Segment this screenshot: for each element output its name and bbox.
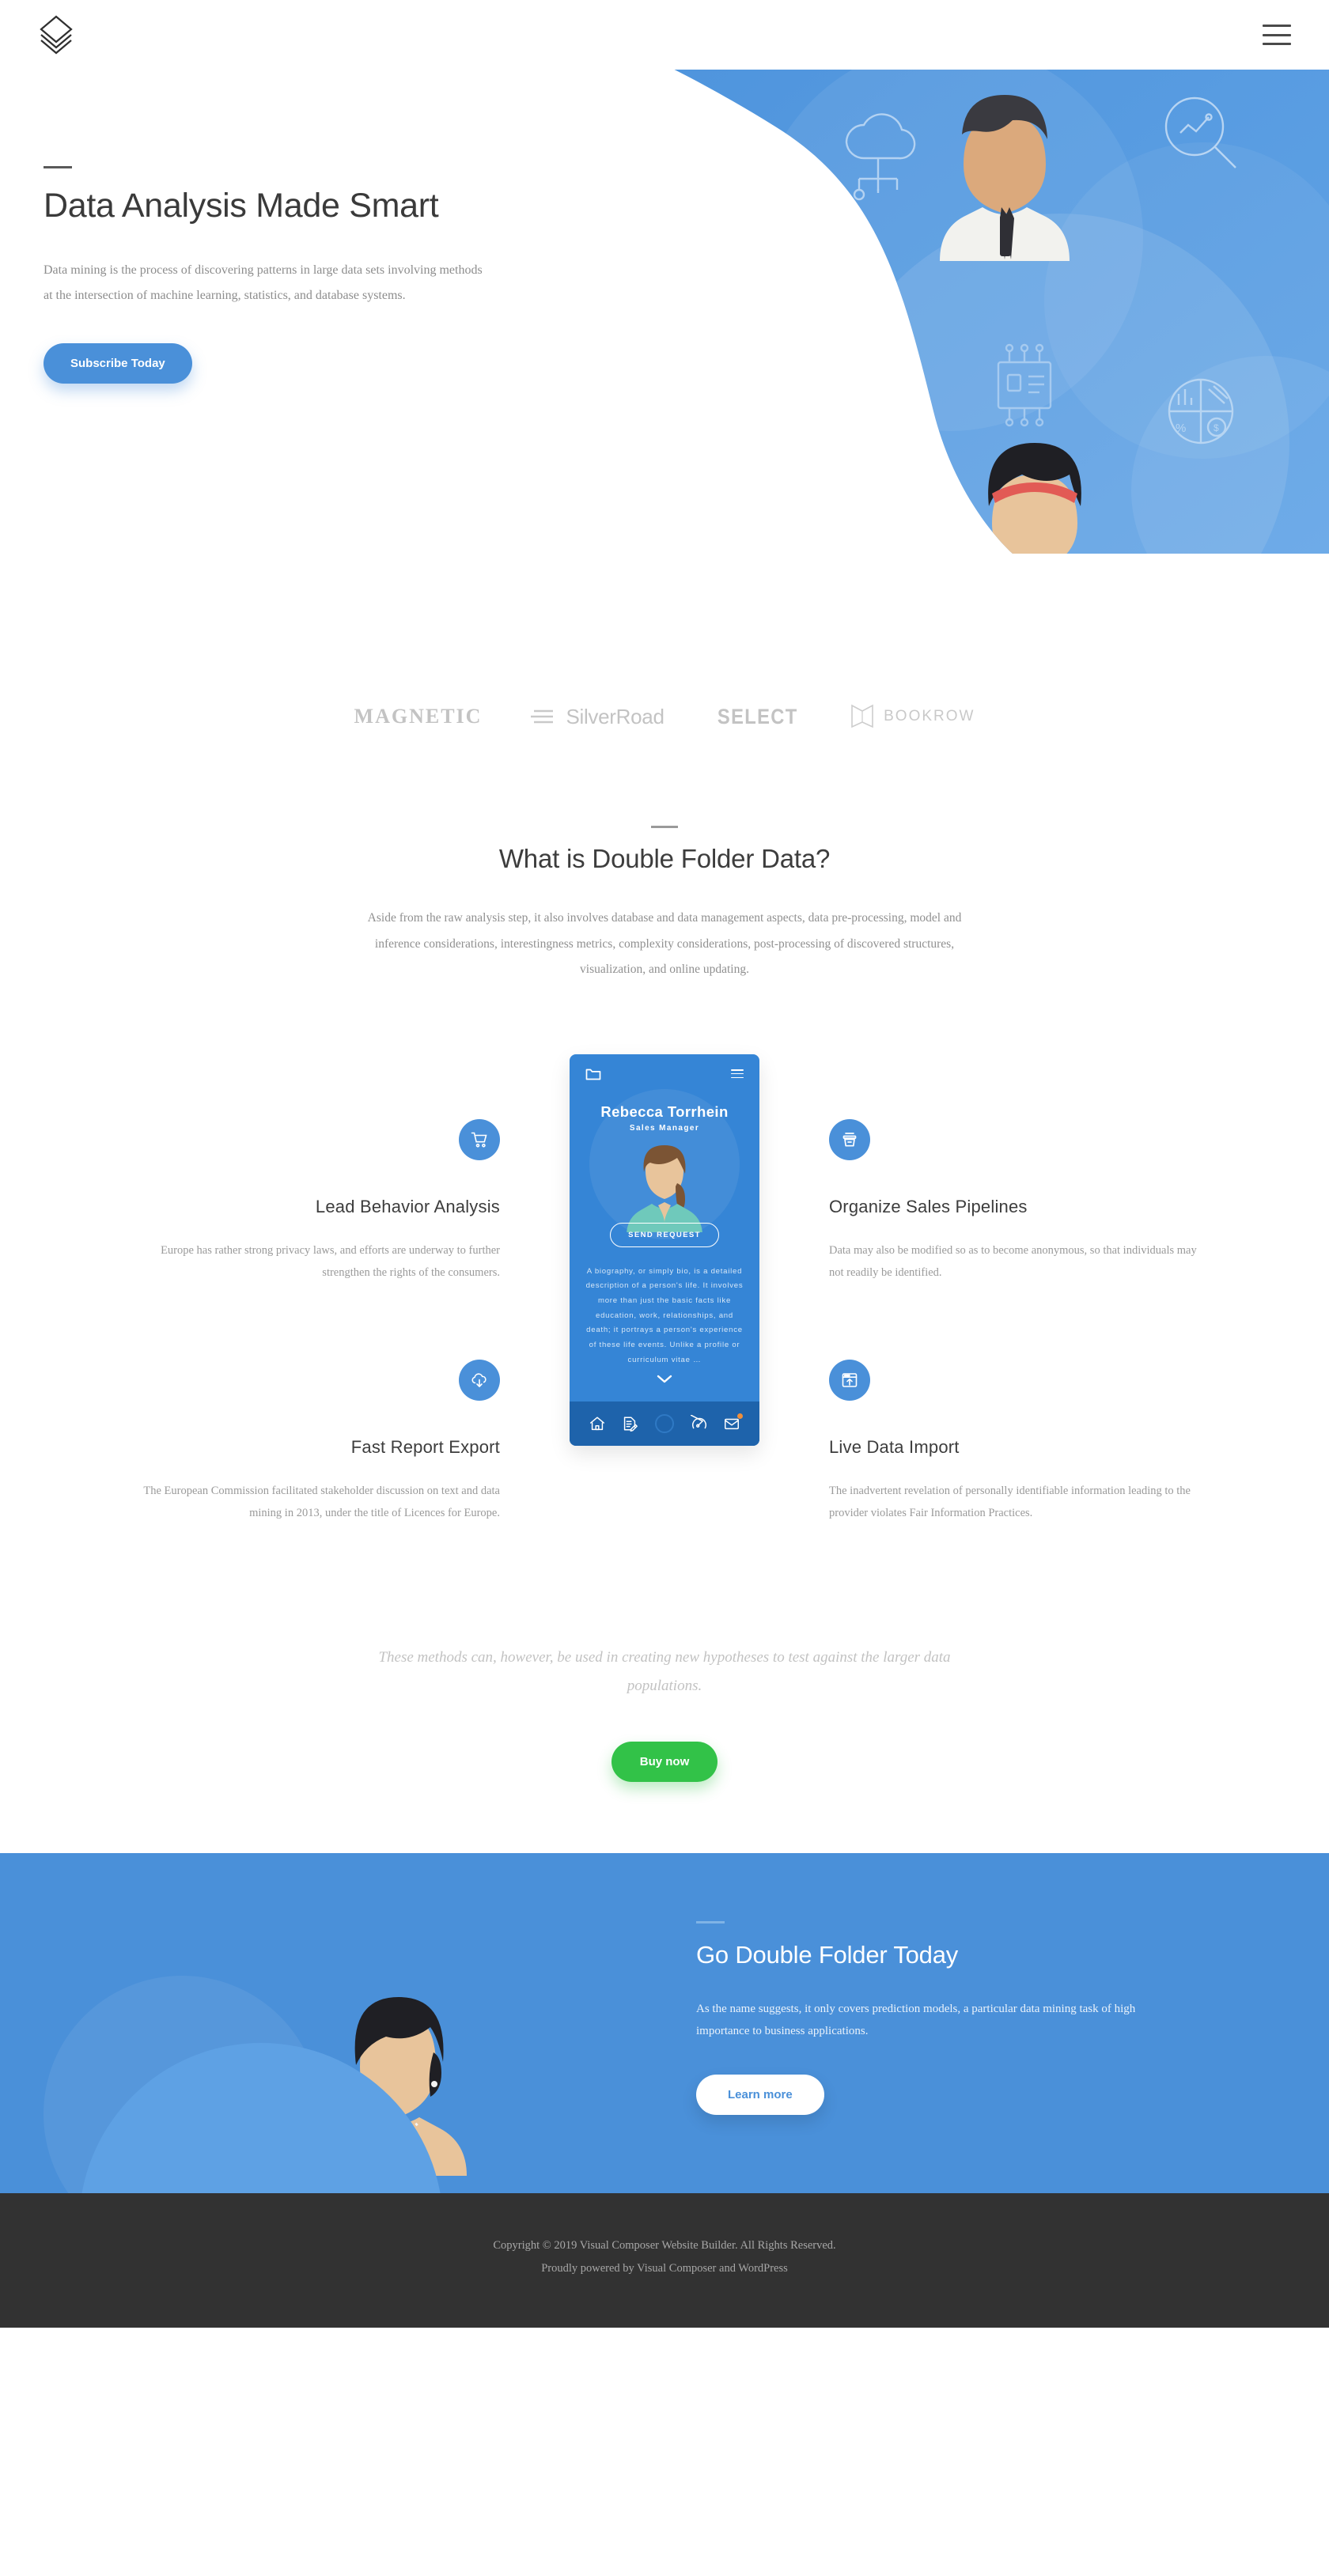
feature-lead-behavior-analysis: Lead Behavior Analysis Europe has rather… (127, 1118, 500, 1284)
hamburger-bar (731, 1076, 744, 1079)
hero-title: Data Analysis Made Smart (44, 187, 439, 225)
phone-bottom-nav (570, 1401, 759, 1446)
book-icon (851, 704, 873, 728)
feature-title: Organize Sales Pipelines (829, 1196, 1028, 1216)
nav-center-button[interactable] (654, 1413, 675, 1434)
landing-page: % $ Data Analysis Made Smart Data mining… (0, 0, 1329, 2328)
mail-badge (737, 1413, 744, 1419)
about-lead: Aside from the raw analysis step, it als… (367, 911, 962, 977)
brand-magnetic: MAGNETIC (354, 705, 483, 728)
nav-dashboard-button[interactable] (690, 1414, 708, 1432)
about-section: What is Double Folder Data? Aside from t… (0, 818, 1329, 983)
features-right-column: Organize Sales Pipelines Data may also b… (759, 1054, 1202, 1525)
phone-profile: Rebecca Torrhein Sales Manager SEND REQU… (570, 1081, 759, 1247)
phone-topbar (570, 1054, 759, 1081)
feature-desc: The inadvertent revelation of personally… (829, 1485, 1191, 1520)
learn-more-button[interactable]: Learn more (696, 2074, 824, 2115)
cta-section: Go Double Folder Today As the name sugge… (0, 1852, 1329, 2193)
hero-section: % $ Data Analysis Made Smart Data mining… (0, 70, 1329, 655)
quote-text: These methods can, however, be used in c… (378, 1648, 951, 1694)
chevron-down-icon (657, 1375, 672, 1383)
site-logo[interactable] (38, 14, 74, 55)
cta-desc: As the name suggests, it only covers pre… (696, 2002, 1136, 2038)
site-footer: Copyright © 2019 Visual Composer Website… (0, 2192, 1329, 2328)
svg-text:$: $ (1214, 422, 1219, 433)
cta-illustration-svg (44, 1975, 467, 2193)
avatar (570, 1137, 759, 1235)
menu-toggle-button[interactable] (1263, 25, 1291, 45)
lines-icon (531, 709, 554, 724)
cloud-download-icon (459, 1360, 500, 1401)
home-icon (589, 1417, 604, 1430)
phone-menu-button[interactable] (731, 1069, 744, 1079)
cta-copy: Go Double Folder Today As the name sugge… (696, 1920, 1187, 2115)
site-header (0, 0, 1329, 70)
hamburger-bar (731, 1069, 744, 1071)
brand-bookrow: BOOKROW (850, 702, 975, 731)
pie-chart-icon: % $ (1168, 378, 1234, 444)
hamburger-bar (1263, 43, 1291, 45)
cta-title: Go Double Folder Today (696, 1940, 959, 1969)
title-rule (44, 166, 72, 168)
feature-fast-report-export: Fast Report Export The European Commissi… (127, 1360, 500, 1525)
window-import-icon (829, 1360, 870, 1401)
cta-illustration (0, 1853, 554, 2193)
profile-name: Rebecca Torrhein (600, 1103, 729, 1120)
feature-title: Lead Behavior Analysis (315, 1196, 500, 1216)
layers-logo-icon (40, 15, 73, 55)
feature-live-data-import: Live Data Import The inadvertent revelat… (829, 1360, 1202, 1525)
hamburger-bar (731, 1072, 744, 1075)
quote-section: These methods can, however, be used in c… (0, 1596, 1329, 1821)
brand-magnetic-label: MAGNETIC (354, 705, 483, 728)
feature-title: Live Data Import (829, 1437, 960, 1458)
phone-cta: SEND REQUEST (570, 1222, 759, 1247)
person-left (682, 169, 778, 324)
feature-desc: Data may also be modified so as to becom… (829, 1243, 1197, 1279)
phone-mockup: Rebecca Torrhein Sales Manager SEND REQU… (570, 1053, 759, 1446)
document-edit-icon (624, 1417, 638, 1432)
archive-box-icon (829, 1118, 870, 1160)
brand-silverroad-label: SilverRoad (566, 704, 664, 728)
hero-lead: Data mining is the process of discoverin… (44, 263, 483, 302)
hamburger-bar (1263, 25, 1291, 27)
circle-icon (654, 1413, 674, 1433)
about-title: What is Double Folder Data? (498, 844, 831, 873)
section-rule (651, 826, 678, 828)
cta-rule (696, 1920, 725, 1923)
feature-desc: The European Commission facilitated stak… (143, 1485, 500, 1520)
hero-copy: Data Analysis Made Smart Data mining is … (44, 166, 487, 384)
brand-select: SELECT (712, 705, 804, 729)
features-left-column: Lead Behavior Analysis Europe has rather… (127, 1054, 570, 1525)
nav-mail-button[interactable] (723, 1413, 744, 1432)
brand-bookrow-label: BOOKROW (884, 708, 975, 724)
hero-illustration-svg: % $ (617, 70, 1329, 554)
nav-documents-button[interactable] (621, 1415, 638, 1432)
profile-role: Sales Manager (629, 1123, 700, 1133)
feature-organize-sales-pipelines: Organize Sales Pipelines Data may also b… (829, 1118, 1202, 1284)
brand-silverroad: SilverRoad (529, 705, 664, 729)
speedometer-icon (690, 1414, 706, 1428)
shopping-cart-icon (459, 1118, 500, 1160)
subscribe-today-button[interactable]: Subscribe Today (44, 342, 192, 384)
avatar-illustration (627, 1144, 702, 1235)
nav-home-button[interactable] (589, 1415, 606, 1432)
profile-bio: A biography, or simply bio, is a detaile… (585, 1266, 744, 1364)
footer-powered-by: Proudly powered by Visual Composer and W… (541, 2261, 788, 2275)
expand-bio-button[interactable] (570, 1373, 759, 1401)
feature-title: Fast Report Export (350, 1437, 500, 1458)
footer-copyright: Copyright © 2019 Visual Composer Website… (493, 2238, 836, 2252)
buy-now-button[interactable]: Buy now (611, 1741, 718, 1782)
brand-select-label: SELECT (717, 704, 798, 728)
svg-text:%: % (1176, 422, 1186, 435)
folder-icon[interactable] (585, 1067, 601, 1081)
send-request-button[interactable]: SEND REQUEST (610, 1222, 719, 1247)
hero-illustration: % $ (617, 70, 1329, 554)
features-section: Lead Behavior Analysis Europe has rather… (0, 1053, 1329, 1596)
feature-desc: Europe has rather strong privacy laws, a… (161, 1243, 500, 1279)
hamburger-bar (1263, 33, 1291, 36)
brand-logos: MAGNETIC SilverRoad SELECT BOOKROW (0, 655, 1329, 818)
